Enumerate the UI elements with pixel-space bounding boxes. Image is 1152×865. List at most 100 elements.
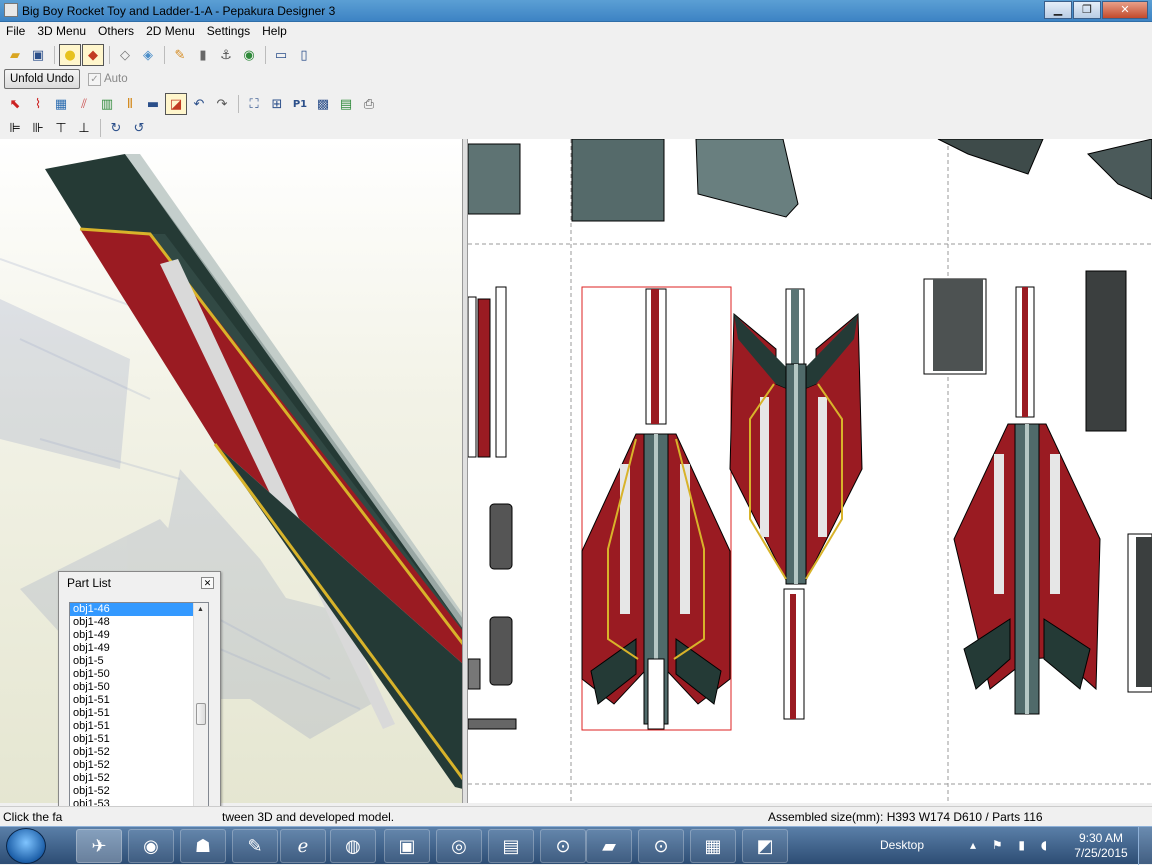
zoom-icon[interactable]: ⊞ (266, 93, 288, 115)
cube-flat-icon[interactable]: ◈ (137, 44, 159, 66)
print-preview-icon[interactable]: ▤ (335, 93, 357, 115)
toolbar-2d: ⬉ ⌇ ▦ ⫽ ▥ Ⅱ ▬ ◪ ↶ ↷ ⛶ ⊞ P1 ▩ ▤ ⎙ (0, 92, 1152, 116)
single-pane-icon[interactable]: ▭ (270, 44, 292, 66)
tray-icons[interactable]: ▴ ⚑ ▮ ◖ (970, 838, 1053, 852)
list-item[interactable]: obj1-51 (70, 733, 208, 746)
chrome-icon[interactable]: ◎ (436, 829, 482, 863)
menu-file[interactable]: File (0, 22, 31, 41)
dual-pane-icon[interactable]: ▯ (293, 44, 315, 66)
start-button[interactable] (6, 828, 46, 864)
toolbar-main: ▰ ▣ ● ◆ ◇ ◈ ✎ ▮ ⚓ ◉ ▭ ▯ (0, 43, 1152, 67)
minimize-button[interactable]: ▁ (1044, 1, 1072, 19)
menu-2d[interactable]: 2D Menu (140, 22, 201, 41)
status-bar: Click the fa tween 3D and developed mode… (0, 806, 1152, 826)
list-item[interactable]: obj1-50 (70, 668, 208, 681)
auto-label: Auto (103, 73, 128, 85)
list-item[interactable]: obj1-52 (70, 785, 208, 798)
paint-bucket-icon[interactable]: ◉ (238, 44, 260, 66)
edge-edit-icon[interactable]: ⌇ (27, 93, 49, 115)
lock-app-icon-2[interactable]: ⊙ (638, 829, 684, 863)
title-bar: Big Boy Rocket Toy and Ladder-1-A - Pepa… (0, 0, 1152, 22)
unfold-undo-button[interactable]: Unfold Undo (4, 69, 80, 89)
taskbar: ✈ ◉ ☗ ✎ ℯ ◍ ▣ ◎ ▤ ⊙ ▰ ⊙ ▦ ◩ Desktop ▴ ⚑ … (0, 826, 1152, 865)
rotate-90-icon[interactable]: ↻ (105, 117, 127, 139)
select-arrow-icon[interactable]: ⬉ (4, 93, 26, 115)
close-button[interactable]: ✕ (1102, 1, 1148, 19)
cube-outline-icon[interactable]: ◇ (114, 44, 136, 66)
rotate-part-icon[interactable]: Ⅱ (119, 93, 141, 115)
join-icon[interactable]: ▥ (96, 93, 118, 115)
save-icon[interactable]: ▣ (27, 44, 49, 66)
list-item[interactable]: obj1-52 (70, 772, 208, 785)
part-list-panel[interactable]: Part List ✕ obj1-46 obj1-48 obj1-49 obj1… (58, 571, 221, 826)
printer-icon[interactable]: ⎙ (358, 93, 380, 115)
clock-date: 7/25/2015 (1074, 846, 1128, 860)
textured-cube-icon[interactable]: ◆ (82, 44, 104, 66)
part-list-box[interactable]: obj1-46 obj1-48 obj1-49 obj1-49 obj1-5 o… (69, 602, 209, 824)
list-item[interactable]: obj1-51 (70, 694, 208, 707)
firefox-icon[interactable]: ◍ (330, 829, 376, 863)
redo-icon[interactable]: ↷ (211, 93, 233, 115)
list-item[interactable]: obj1-51 (70, 720, 208, 733)
close-icon[interactable]: ✕ (201, 577, 214, 589)
rocket-fin-part-2 (729, 288, 863, 720)
check-icon: ✓ (87, 72, 101, 86)
page-p1-icon[interactable]: P1 (289, 93, 311, 115)
scroll-up-icon[interactable]: ▲ (197, 606, 204, 613)
office-icon[interactable]: ◩ (742, 829, 788, 863)
rotate-minus-90-icon[interactable]: ↺ (128, 117, 150, 139)
list-item[interactable]: obj1-49 (70, 629, 208, 642)
align-top-icon[interactable]: ⊤ (50, 117, 72, 139)
menu-help[interactable]: Help (256, 22, 293, 41)
2d-view[interactable] (468, 139, 1152, 803)
open-folder-icon[interactable]: ▰ (4, 44, 26, 66)
undo-icon[interactable]: ↶ (188, 93, 210, 115)
part-list-title: Part List (67, 576, 112, 590)
clock[interactable]: 9:30 AM 7/25/2015 (1070, 831, 1132, 861)
panther-icon[interactable]: ☗ (180, 829, 226, 863)
align-left-icon[interactable]: ⊫ (4, 117, 26, 139)
align-right-icon[interactable]: ⊪ (27, 117, 49, 139)
show-desktop-button[interactable] (1138, 827, 1152, 865)
cylinder-icon[interactable]: ▮ (192, 44, 214, 66)
anchor-icon[interactable]: ⚓ (215, 44, 237, 66)
folder-icon[interactable]: ▰ (586, 829, 632, 863)
restore-button[interactable]: ❐ (1073, 1, 1101, 19)
menu-settings[interactable]: Settings (201, 22, 256, 41)
list-item[interactable]: obj1-5 (70, 655, 208, 668)
list-item[interactable]: obj1-46 (70, 603, 208, 616)
lightbulb-icon[interactable]: ● (59, 44, 81, 66)
game-icon[interactable]: ▣ (384, 829, 430, 863)
list-item[interactable]: obj1-52 (70, 746, 208, 759)
layout-icon[interactable]: ◪ (165, 93, 187, 115)
paint-app-icon[interactable]: ✎ (232, 829, 278, 863)
menu-others[interactable]: Others (92, 22, 140, 41)
toolbar-unfold: Unfold Undo ✓ Auto (0, 67, 1152, 91)
list-item[interactable]: obj1-49 (70, 642, 208, 655)
status-hint: Click the fa (3, 810, 63, 824)
flaps-icon[interactable]: ⫽ (73, 93, 95, 115)
pepakura-icon[interactable]: ✈ (76, 829, 122, 863)
align-bottom-icon[interactable]: ⊥ (73, 117, 95, 139)
2d-pattern-layout (468, 139, 1152, 803)
desktop-toolbar-label[interactable]: Desktop (880, 838, 924, 852)
list-item[interactable]: obj1-48 (70, 616, 208, 629)
image-icon[interactable]: ▬ (142, 93, 164, 115)
ie-icon[interactable]: ℯ (280, 829, 326, 863)
scrollbar[interactable]: ▲ ▼ (193, 603, 208, 823)
terminal-icon[interactable]: ▤ (488, 829, 534, 863)
grid-icon[interactable]: ▩ (312, 93, 334, 115)
menu-3d[interactable]: 3D Menu (31, 22, 92, 41)
list-item[interactable]: obj1-50 (70, 681, 208, 694)
list-item[interactable]: obj1-52 (70, 759, 208, 772)
winrar-icon[interactable]: ▦ (690, 829, 736, 863)
eye-app-icon[interactable]: ◉ (128, 829, 174, 863)
list-item[interactable]: obj1-51 (70, 707, 208, 720)
rocket-fin-part-3 (923, 270, 1152, 715)
auto-checkbox[interactable]: ✓ Auto (87, 72, 128, 86)
pencil-icon[interactable]: ✎ (169, 44, 191, 66)
lock-app-icon[interactable]: ⊙ (540, 829, 586, 863)
scroll-thumb[interactable] (196, 703, 206, 725)
part-icon[interactable]: ▦ (50, 93, 72, 115)
fit-icon[interactable]: ⛶ (243, 93, 265, 115)
